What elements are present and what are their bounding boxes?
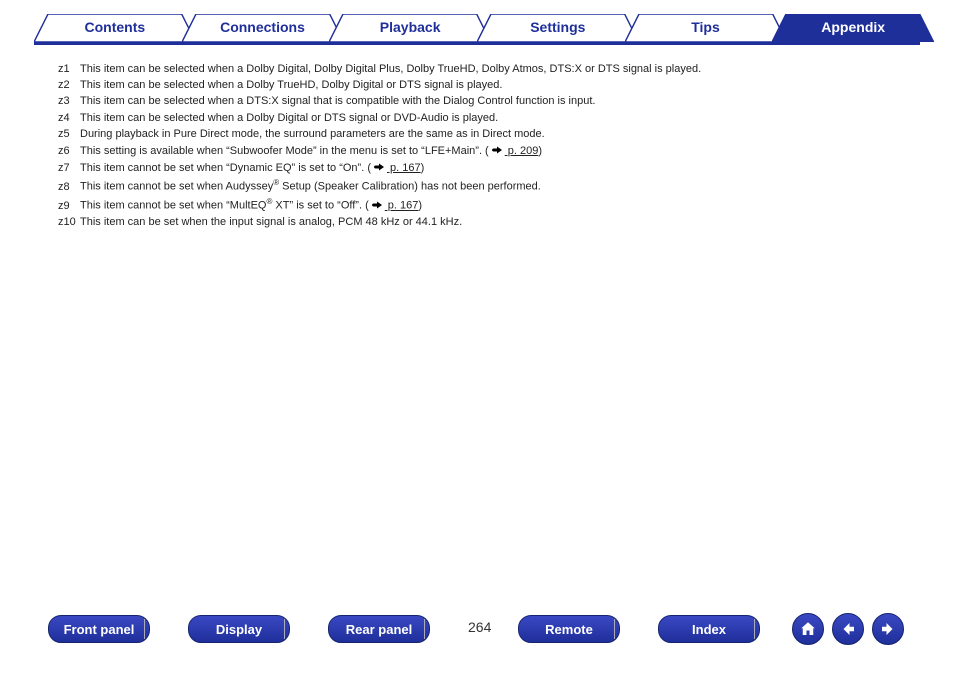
index-button[interactable]: Index <box>658 615 760 643</box>
footnote-text: This item cannot be set when “MultEQ® XT… <box>80 197 894 213</box>
footnote-row: z8This item cannot be set when Audyssey®… <box>58 178 894 194</box>
footnote-list: z1This item can be selected when a Dolby… <box>58 60 894 232</box>
footnote-text: This item can be set when the input sign… <box>80 216 894 229</box>
button-label: Remote <box>545 622 593 637</box>
button-label: Index <box>692 622 726 637</box>
pill-edge <box>754 619 763 639</box>
pointer-icon <box>371 200 383 210</box>
pill-edge <box>284 619 293 639</box>
home-icon <box>799 620 817 638</box>
tabs-divider <box>34 42 920 45</box>
pill-edge <box>614 619 623 639</box>
page-number: 264 <box>468 619 491 635</box>
prev-page-button[interactable] <box>832 613 864 645</box>
footnote-text: This item can be selected when a Dolby T… <box>80 79 894 92</box>
front-panel-button[interactable]: Front panel <box>48 615 150 643</box>
tab-settings[interactable]: Settings <box>477 14 639 42</box>
next-page-button[interactable] <box>872 613 904 645</box>
tab-label: Tips <box>625 19 787 35</box>
button-label: Front panel <box>64 622 135 637</box>
pill-edge <box>424 619 433 639</box>
footnote-row: z5During playback in Pure Direct mode, t… <box>58 128 894 141</box>
arrow-left-icon <box>839 620 857 638</box>
rear-panel-button[interactable]: Rear panel <box>328 615 430 643</box>
tab-connections[interactable]: Connections <box>182 14 344 42</box>
footnote-text: This item can be selected when a Dolby D… <box>80 63 894 76</box>
footnote-row: z3This item can be selected when a DTS:X… <box>58 95 894 108</box>
bottom-bar: 264 Front panel Display Rear panel Remote In… <box>48 615 920 645</box>
button-label: Display <box>216 622 262 637</box>
tab-label: Appendix <box>772 19 934 35</box>
footnote-text: This item cannot be set when “Dynamic EQ… <box>80 161 894 175</box>
footnote-text: This item cannot be set when Audyssey® S… <box>80 178 894 194</box>
pointer-icon <box>491 145 503 155</box>
footnote-row: z9This item cannot be set when “MultEQ® … <box>58 197 894 213</box>
tab-label: Playback <box>329 19 491 35</box>
footnote-row: z1This item can be selected when a Dolby… <box>58 63 894 76</box>
footnote-marker: z7 <box>58 162 80 175</box>
home-button[interactable] <box>792 613 824 645</box>
footnote-marker: z1 <box>58 63 80 76</box>
footnote-row: z6This setting is available when “Subwoo… <box>58 144 894 158</box>
page: ContentsConnectionsPlaybackSettingsTipsA… <box>0 0 954 673</box>
footnote-row: z7This item cannot be set when “Dynamic … <box>58 161 894 175</box>
footnote-marker: z5 <box>58 128 80 141</box>
page-ref-link[interactable]: p. 167 <box>387 162 421 174</box>
tab-tips[interactable]: Tips <box>625 14 787 42</box>
tab-appendix[interactable]: Appendix <box>772 14 934 42</box>
display-button[interactable]: Display <box>188 615 290 643</box>
tab-label: Contents <box>34 19 196 35</box>
button-label: Rear panel <box>346 622 412 637</box>
footnote-row: z4This item can be selected when a Dolby… <box>58 112 894 125</box>
footnote-text: This item can be selected when a Dolby D… <box>80 112 894 125</box>
footnote-row: z10This item can be set when the input s… <box>58 216 894 229</box>
tab-label: Settings <box>477 19 639 35</box>
remote-button[interactable]: Remote <box>518 615 620 643</box>
footnote-marker: z2 <box>58 79 80 92</box>
pill-edge <box>144 619 153 639</box>
footnote-row: z2This item can be selected when a Dolby… <box>58 79 894 92</box>
tab-contents[interactable]: Contents <box>34 14 196 42</box>
footnote-marker: z6 <box>58 145 80 158</box>
footnote-marker: z9 <box>58 200 80 213</box>
arrow-right-icon <box>879 620 897 638</box>
pointer-icon <box>373 162 385 172</box>
footnote-text: This setting is available when “Subwoofe… <box>80 144 894 158</box>
page-ref-link[interactable]: p. 209 <box>505 145 539 157</box>
tab-playback[interactable]: Playback <box>329 14 491 42</box>
footnote-marker: z8 <box>58 181 80 194</box>
footnote-marker: z4 <box>58 112 80 125</box>
footnote-text: During playback in Pure Direct mode, the… <box>80 128 894 141</box>
tab-label: Connections <box>182 19 344 35</box>
page-ref-link[interactable]: p. 167 <box>385 200 419 212</box>
footnote-marker: z10 <box>58 216 80 229</box>
footnote-text: This item can be selected when a DTS:X s… <box>80 95 894 108</box>
footnote-marker: z3 <box>58 95 80 108</box>
